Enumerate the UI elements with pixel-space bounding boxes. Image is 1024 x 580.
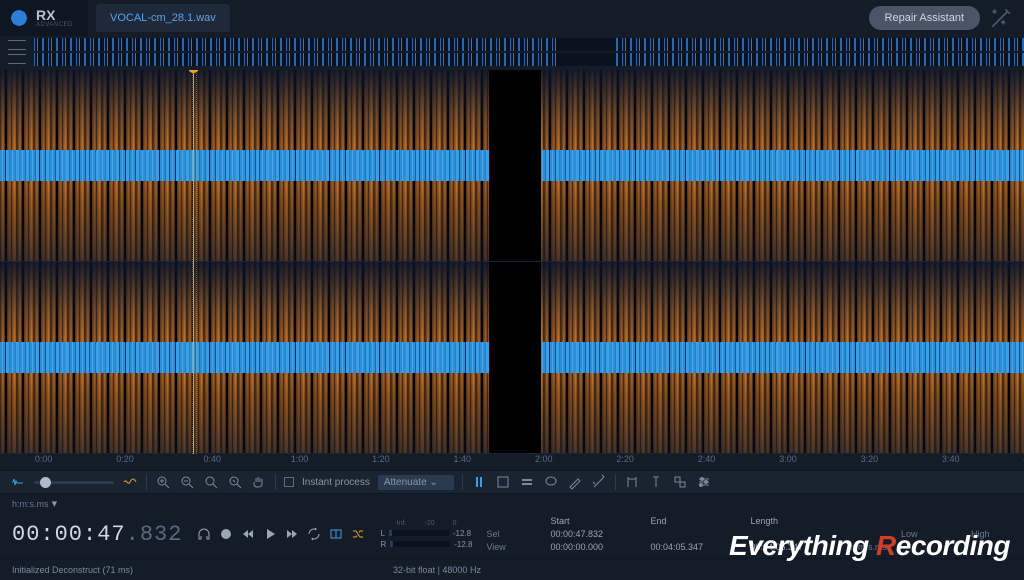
app-logo: RX ADVANCED: [0, 0, 88, 36]
peak-meters: -Inf.-200 L-12.8 R-12.8: [380, 520, 472, 549]
timecode-display: 00:00:47.832: [12, 522, 182, 547]
blend-spectro-icon[interactable]: [122, 474, 138, 490]
timecode-unit: h:m:s.ms: [12, 499, 49, 509]
blend-slider[interactable]: [34, 481, 114, 484]
selection-info: StartEndLength Sel00:00:47.832 View00:00…: [486, 516, 887, 552]
wand-tool-icon[interactable]: [591, 474, 607, 490]
zoom-tool-icon[interactable]: [155, 474, 171, 490]
audio-format: 32-bit float | 48000 Hz: [393, 565, 481, 575]
instant-process-label: Instant process: [302, 477, 370, 488]
marker-icon[interactable]: [648, 474, 664, 490]
repair-assistant-button[interactable]: Repair Assistant: [869, 6, 980, 30]
process-mode-dropdown[interactable]: Attenuate ⌄: [378, 475, 454, 490]
rewind-button[interactable]: [240, 526, 256, 542]
select-freq-icon[interactable]: [519, 474, 535, 490]
shuffle-icon[interactable]: [350, 526, 366, 542]
headphones-icon[interactable]: [196, 526, 212, 542]
logo-icon: [8, 7, 30, 29]
forward-button[interactable]: [284, 526, 300, 542]
follow-playhead-icon[interactable]: [328, 526, 344, 542]
settings-icon[interactable]: [696, 474, 712, 490]
zoom-sel-icon[interactable]: [203, 474, 219, 490]
instant-process-checkbox[interactable]: [284, 477, 294, 487]
time-ruler[interactable]: 0:00 0:20 0:40 1:00 1:20 1:40 2:00 2:20 …: [0, 454, 1024, 470]
status-message: Initialized Deconstruct (71 ms): [12, 565, 133, 575]
zoom-out-tool-icon[interactable]: [179, 474, 195, 490]
playhead[interactable]: [193, 70, 194, 454]
marker-region-icon[interactable]: [624, 474, 640, 490]
select-time-icon[interactable]: [471, 474, 487, 490]
brush-icon[interactable]: [567, 474, 583, 490]
record-button[interactable]: [218, 526, 234, 542]
cursor-info: LowHighRangeCursor: [901, 529, 1024, 539]
loop-button[interactable]: [306, 526, 322, 542]
find-similar-icon[interactable]: [672, 474, 688, 490]
zoom-fit-icon[interactable]: [227, 474, 243, 490]
spectrogram-display[interactable]: L R: [0, 70, 1024, 454]
lasso-icon[interactable]: [543, 474, 559, 490]
overview-strip[interactable]: [0, 36, 1024, 70]
hand-tool-icon[interactable]: [251, 474, 267, 490]
app-name: RX: [36, 8, 73, 22]
play-button[interactable]: [262, 526, 278, 542]
select-timefreq-icon[interactable]: [495, 474, 511, 490]
file-tab[interactable]: VOCAL-cm_28.1.wav: [96, 4, 230, 32]
wand-icon[interactable]: [988, 5, 1014, 31]
blend-waveform-icon[interactable]: [10, 474, 26, 490]
app-edition: ADVANCED: [36, 22, 73, 28]
